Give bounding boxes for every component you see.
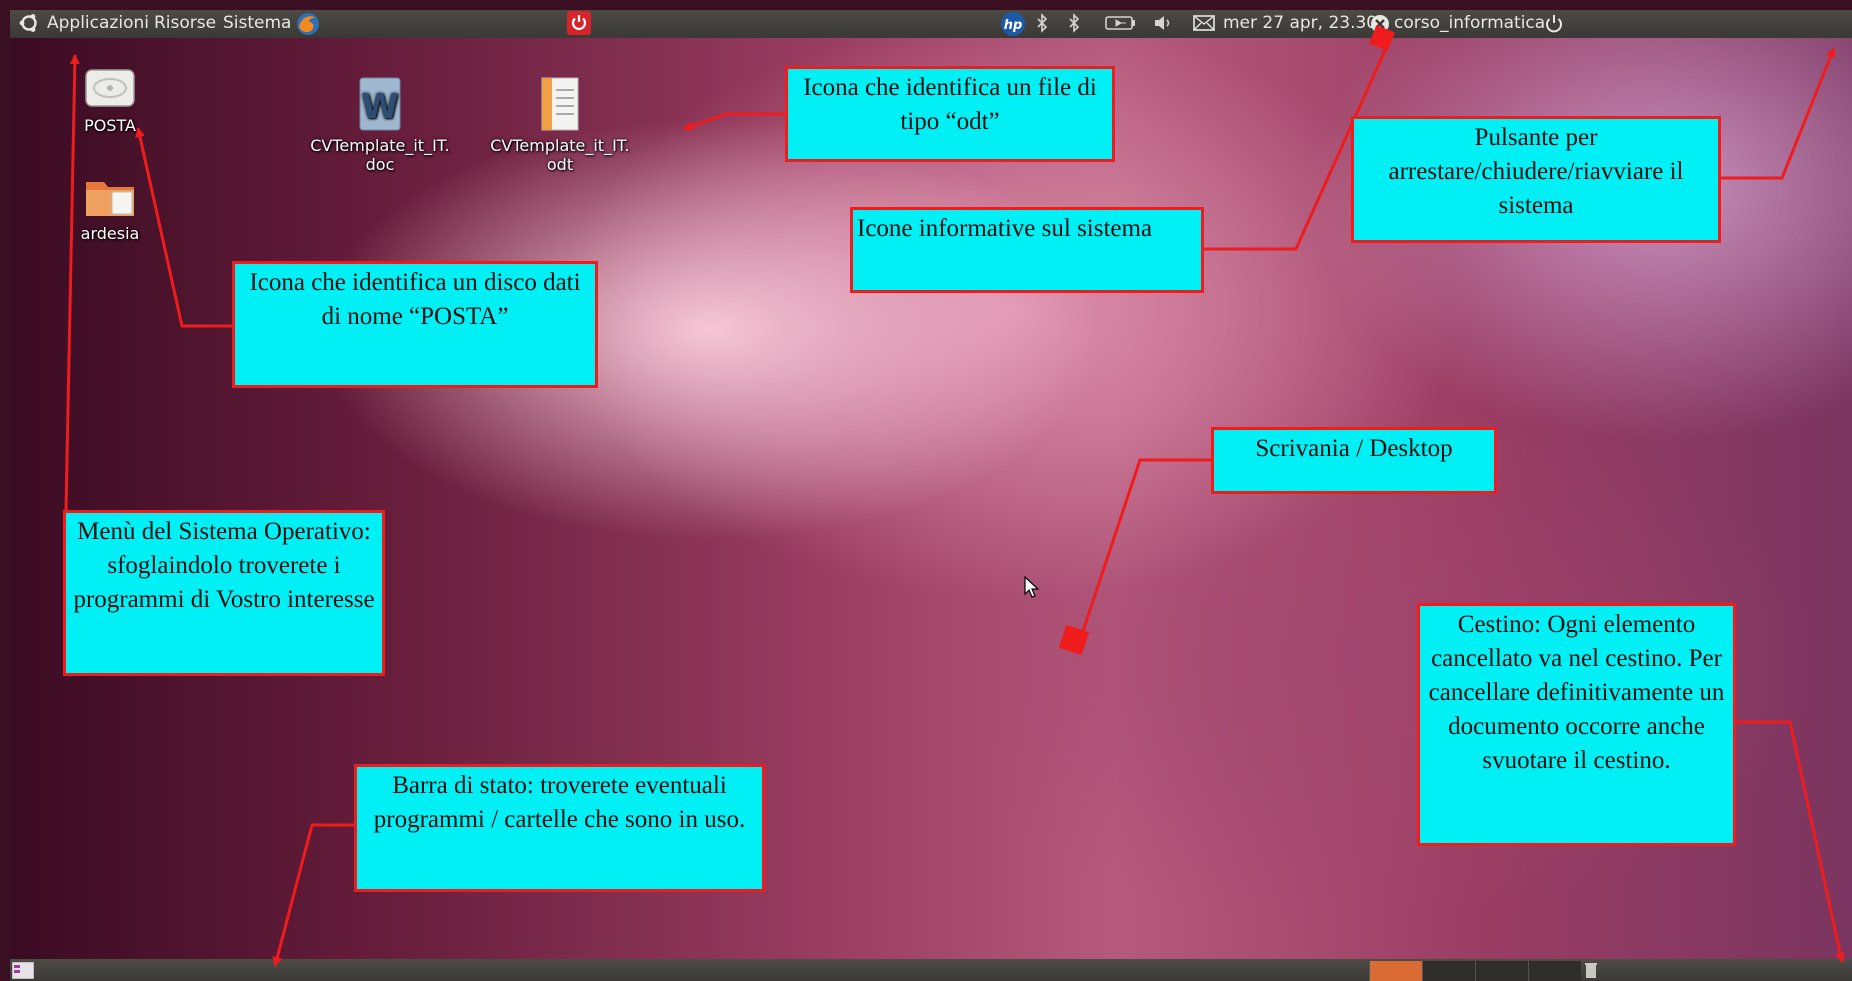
callout-odt: Icona che identifica un file di tipo “od… bbox=[785, 66, 1115, 162]
arrow-disk bbox=[135, 127, 232, 328]
callout-trash: Cestino: Ogni elemento cancellato va nel… bbox=[1417, 603, 1736, 846]
arrow-trash bbox=[1736, 720, 1845, 963]
callout-desktop: Scrivania / Desktop bbox=[1211, 427, 1497, 494]
callout-menu: Menù del Sistema Operativo: sfoglaindolo… bbox=[63, 510, 385, 676]
arrow-shutdown bbox=[1720, 47, 1836, 180]
callout-disk: Icona che identifica un disco dati di no… bbox=[232, 261, 598, 388]
callout-system-info: Icone informative sul sistema bbox=[850, 207, 1204, 293]
arrow-odt bbox=[683, 112, 786, 131]
callout-status-bar: Barra di stato: troverete eventuali prog… bbox=[354, 764, 765, 892]
arrow-desktop bbox=[1078, 458, 1212, 641]
callout-shutdown: Pulsante per arrestare/chiudere/riavviar… bbox=[1351, 116, 1721, 243]
arrow-status-bar bbox=[272, 823, 354, 967]
